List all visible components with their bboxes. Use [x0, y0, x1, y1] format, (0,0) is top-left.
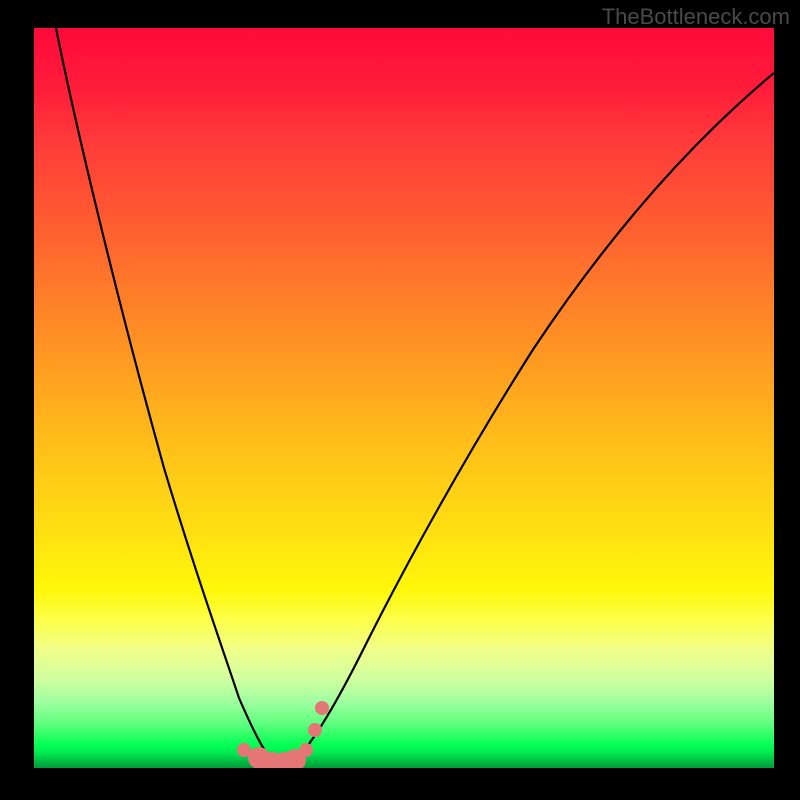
reference-dot: [299, 743, 313, 757]
reference-dot: [308, 723, 322, 737]
chart-plot-area: [34, 28, 774, 768]
reference-dot: [315, 701, 329, 715]
watermark-text: TheBottleneck.com: [602, 4, 790, 30]
reference-points: [34, 28, 774, 768]
